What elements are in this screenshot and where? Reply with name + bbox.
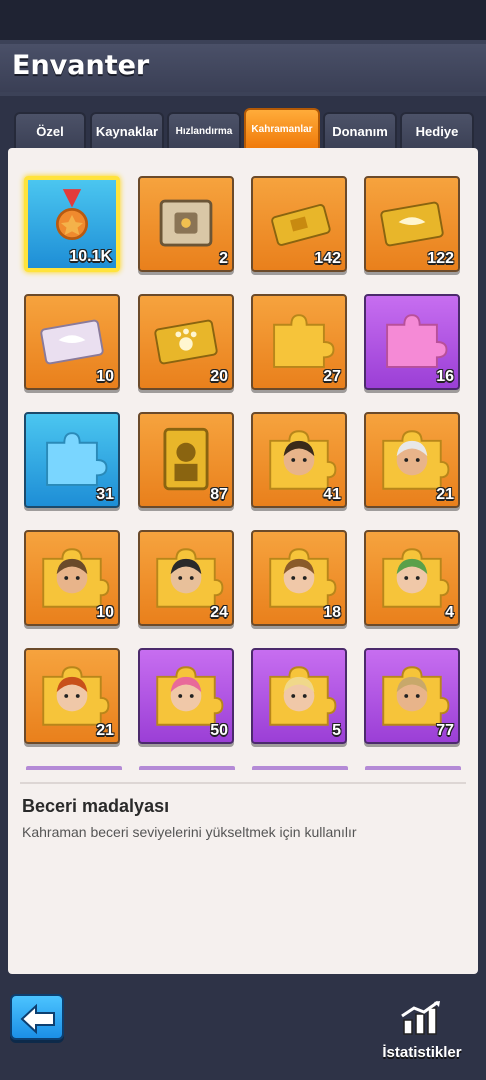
item-count: 10 (96, 604, 114, 621)
tab-hediye[interactable]: Hediye (400, 112, 474, 148)
tab-hizlandirma[interactable]: Hızlandırma (167, 112, 241, 148)
item-count: 24 (210, 604, 228, 621)
item-count: 27 (323, 368, 341, 385)
arrow-left-icon (20, 1003, 55, 1035)
inventory-item[interactable]: 142 (251, 176, 347, 272)
item-count: 21 (436, 486, 454, 503)
item-count: 50 (210, 722, 228, 739)
inventory-item[interactable]: 18 (251, 530, 347, 626)
tab-kahramanlar[interactable]: Kahramanlar (244, 108, 320, 148)
inventory-item[interactable]: 5 (251, 648, 347, 744)
item-count: 18 (323, 604, 341, 621)
item-count: 142 (314, 250, 341, 267)
statistics-label: İstatistikler (382, 1044, 462, 1061)
item-count: 10 (96, 368, 114, 385)
inventory-item[interactable]: 31 (24, 412, 120, 508)
tab-bar: Özel Kaynaklar Hızlandırma Kahramanlar D… (14, 108, 478, 148)
item-description-text: Kahraman beceri seviyelerini yükseltmek … (22, 824, 357, 840)
item-grid: 10.1K 2 142 122 10 20 27 16 31 87 41 21 10 24 18 4 21 50 5… (8, 148, 478, 768)
partial-item (365, 766, 461, 770)
partial-item (252, 766, 348, 770)
bar-chart-icon (401, 1000, 440, 1035)
item-count: 31 (96, 486, 114, 503)
partial-item (26, 766, 122, 770)
inventory-item[interactable]: 50 (138, 648, 234, 744)
item-count: 87 (210, 486, 228, 503)
item-count: 2 (219, 250, 228, 267)
inventory-item[interactable]: 87 (138, 412, 234, 508)
inventory-item[interactable]: 21 (24, 648, 120, 744)
inventory-item[interactable]: 2 (138, 176, 234, 272)
inventory-panel: 10.1K 2 142 122 10 20 27 16 31 87 41 21 10 24 18 4 21 50 5… (8, 148, 478, 974)
item-count: 122 (427, 250, 454, 267)
tab-donanim[interactable]: Donanım (323, 112, 397, 148)
item-count: 16 (436, 368, 454, 385)
inventory-item[interactable]: 16 (364, 294, 460, 390)
divider (20, 782, 466, 784)
inventory-item[interactable]: 41 (251, 412, 347, 508)
inventory-item[interactable]: 10 (24, 294, 120, 390)
item-description-title: Beceri madalyası (22, 796, 170, 816)
tab-kaynaklar[interactable]: Kaynaklar (90, 112, 164, 148)
item-count: 21 (96, 722, 114, 739)
item-count: 10.1K (69, 248, 112, 265)
inventory-item[interactable]: 24 (138, 530, 234, 626)
item-count: 5 (332, 722, 341, 739)
inventory-item[interactable]: 20 (138, 294, 234, 390)
inventory-item[interactable]: 77 (364, 648, 460, 744)
item-count: 41 (323, 486, 341, 503)
inventory-item[interactable]: 4 (364, 530, 460, 626)
statistics-button[interactable]: İstatistikler (368, 998, 476, 1068)
tab-ozel[interactable]: Özel (14, 112, 86, 148)
status-bar (0, 0, 486, 40)
page-title: Envanter (12, 50, 150, 81)
inventory-item[interactable]: 27 (251, 294, 347, 390)
inventory-item[interactable]: 10.1K (24, 176, 120, 272)
inventory-item[interactable]: 10 (24, 530, 120, 626)
item-count: 77 (436, 722, 454, 739)
item-count: 4 (445, 604, 454, 621)
item-count: 20 (210, 368, 228, 385)
inventory-item[interactable]: 122 (364, 176, 460, 272)
inventory-item[interactable]: 21 (364, 412, 460, 508)
back-button[interactable] (10, 994, 64, 1040)
partial-item (139, 766, 235, 770)
